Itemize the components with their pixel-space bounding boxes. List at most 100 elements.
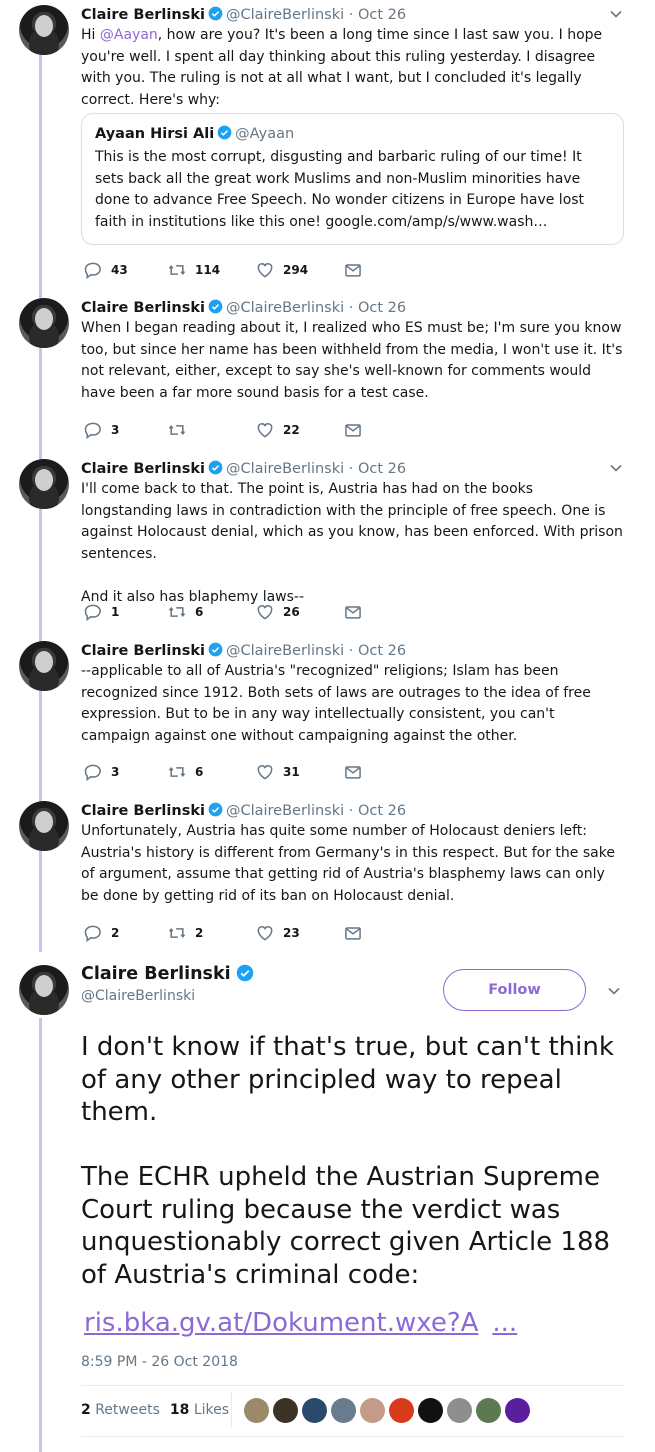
liker-avatar[interactable]: [360, 1398, 385, 1423]
author-name[interactable]: Claire Berlinski: [81, 300, 205, 316]
author-name[interactable]: Claire Berlinski: [81, 7, 205, 23]
like-count: 294: [283, 263, 309, 277]
thread-tweet[interactable]: Claire Berlinski @ClaireBerlinski · Oct 2…: [0, 801, 655, 951]
tweet-header: Claire Berlinski @ClaireBerlinski · Oct 2…: [81, 5, 406, 25]
like-button[interactable]: 26: [255, 602, 300, 622]
likes-stat[interactable]: 18 Likes: [170, 1402, 229, 1418]
main-tweet-link[interactable]: ris.bka.gv.at/Dokument.wxe?A...: [84, 1306, 517, 1340]
liker-avatar[interactable]: [447, 1398, 472, 1423]
reply-icon: [84, 262, 101, 279]
reply-icon: [84, 604, 101, 621]
avatar[interactable]: [19, 459, 69, 509]
liker-avatar[interactable]: [418, 1398, 443, 1423]
tweet-text: I'll come back to that. The point is, Au…: [81, 481, 623, 605]
liker-avatar[interactable]: [331, 1398, 356, 1423]
retweet-icon: [168, 425, 186, 435]
retweet-button[interactable]: 2: [167, 923, 203, 943]
link-ellipsis[interactable]: ...: [492, 1308, 517, 1338]
author-handle[interactable]: @ClaireBerlinski: [226, 461, 344, 477]
liker-avatar[interactable]: [244, 1398, 269, 1423]
retweet-button[interactable]: 6: [167, 602, 203, 622]
direct-message-button[interactable]: [343, 420, 363, 440]
avatar[interactable]: [19, 641, 69, 691]
direct-message-button[interactable]: [343, 762, 363, 782]
liker-avatar[interactable]: [476, 1398, 501, 1423]
separator-dot: ·: [348, 803, 354, 819]
tweet-header: Claire Berlinski @ClaireBerlinski · Oct 2…: [81, 641, 406, 661]
retweets-stat[interactable]: 2 Retweets: [81, 1402, 160, 1418]
liker-avatar[interactable]: [505, 1398, 530, 1423]
verified-badge-icon: [236, 964, 253, 982]
link-url[interactable]: ris.bka.gv.at/Dokument.wxe?A: [84, 1308, 478, 1338]
main-author-handle[interactable]: @ClaireBerlinski: [81, 986, 257, 1006]
author-handle[interactable]: @ClaireBerlinski: [226, 300, 344, 316]
reply-icon: [84, 764, 101, 781]
avatar[interactable]: [19, 5, 69, 55]
quoted-tweet[interactable]: Ayaan Hirsi Ali @Ayaan This is the most c…: [81, 113, 624, 245]
main-author-name[interactable]: Claire Berlinski: [81, 964, 231, 984]
chevron-down-icon[interactable]: [609, 461, 623, 475]
avatar[interactable]: [19, 298, 69, 348]
reply-button[interactable]: 3: [83, 420, 119, 440]
reply-button[interactable]: 1: [83, 602, 119, 622]
retweet-icon: [168, 607, 186, 617]
main-avatar[interactable]: [19, 965, 69, 1015]
reply-count: 3: [111, 765, 120, 779]
tweet-timestamp[interactable]: 8:59 PM - 26 Oct 2018: [81, 1352, 238, 1372]
author-name[interactable]: Claire Berlinski: [81, 461, 205, 477]
retweet-button[interactable]: 6: [167, 762, 203, 782]
retweet-count: 6: [195, 765, 204, 779]
author-handle[interactable]: @ClaireBerlinski: [226, 7, 344, 23]
liker-avatar[interactable]: [302, 1398, 327, 1423]
follow-button[interactable]: Follow: [443, 969, 586, 1011]
like-button[interactable]: 294: [255, 260, 308, 280]
tweet-text: When I began reading about it, I realize…: [81, 320, 623, 401]
chevron-down-icon[interactable]: [609, 7, 623, 21]
avatar[interactable]: [19, 801, 69, 851]
verified-badge-icon: [208, 642, 223, 657]
thread-tweet[interactable]: Claire Berlinski @ClaireBerlinski · Oct 2…: [0, 5, 655, 290]
author-name[interactable]: Claire Berlinski: [81, 803, 205, 819]
verified-badge-icon: [208, 460, 223, 475]
retweet-button[interactable]: [167, 420, 195, 440]
separator-dot: ·: [348, 643, 354, 659]
mention-link[interactable]: @Aayan: [100, 27, 158, 43]
author-name[interactable]: Claire Berlinski: [81, 643, 205, 659]
liker-avatar[interactable]: [389, 1398, 414, 1423]
like-button[interactable]: 22: [255, 420, 300, 440]
retweet-button[interactable]: 114: [167, 260, 220, 280]
heart-icon: [257, 423, 273, 438]
liker-avatar[interactable]: [273, 1398, 298, 1423]
tweet-date[interactable]: Oct 26: [358, 803, 406, 819]
main-author-name-row: Claire Berlinski: [81, 962, 257, 986]
author-handle[interactable]: @ClaireBerlinski: [226, 803, 344, 819]
tweet-date[interactable]: Oct 26: [358, 643, 406, 659]
verified-badge-icon: [208, 802, 223, 817]
author-handle[interactable]: @ClaireBerlinski: [226, 643, 344, 659]
tweet-date[interactable]: Oct 26: [358, 461, 406, 477]
like-button[interactable]: 23: [255, 923, 300, 943]
thread-tweet[interactable]: Claire Berlinski @ClaireBerlinski · Oct 2…: [0, 459, 655, 629]
reply-button[interactable]: 43: [83, 260, 128, 280]
like-button[interactable]: 31: [255, 762, 300, 782]
tweet-date[interactable]: Oct 26: [358, 7, 406, 23]
retweets-label: Retweets: [95, 1402, 160, 1418]
direct-message-button[interactable]: [343, 602, 363, 622]
reply-button[interactable]: 3: [83, 762, 119, 782]
tweet-header: Claire Berlinski @ClaireBerlinski · Oct 2…: [81, 459, 406, 479]
envelope-icon: [345, 264, 361, 277]
tweet-text: --applicable to all of Austria's "recogn…: [81, 663, 591, 744]
thread-tweet[interactable]: Claire Berlinski @ClaireBerlinski · Oct 2…: [0, 298, 655, 448]
reply-count: 2: [111, 926, 120, 940]
envelope-icon: [345, 766, 361, 779]
thread-tweet[interactable]: Claire Berlinski @ClaireBerlinski · Oct 2…: [0, 641, 655, 791]
reply-count: 43: [111, 263, 128, 277]
reply-button[interactable]: 2: [83, 923, 119, 943]
chevron-down-icon[interactable]: [607, 984, 621, 998]
direct-message-button[interactable]: [343, 923, 363, 943]
quoted-author-handle: @Ayaan: [235, 126, 295, 142]
direct-message-button[interactable]: [343, 260, 363, 280]
retweet-count: 6: [195, 605, 204, 619]
main-tweet-text: I don't know if that's true, but can't t…: [81, 1032, 614, 1290]
tweet-date[interactable]: Oct 26: [358, 300, 406, 316]
